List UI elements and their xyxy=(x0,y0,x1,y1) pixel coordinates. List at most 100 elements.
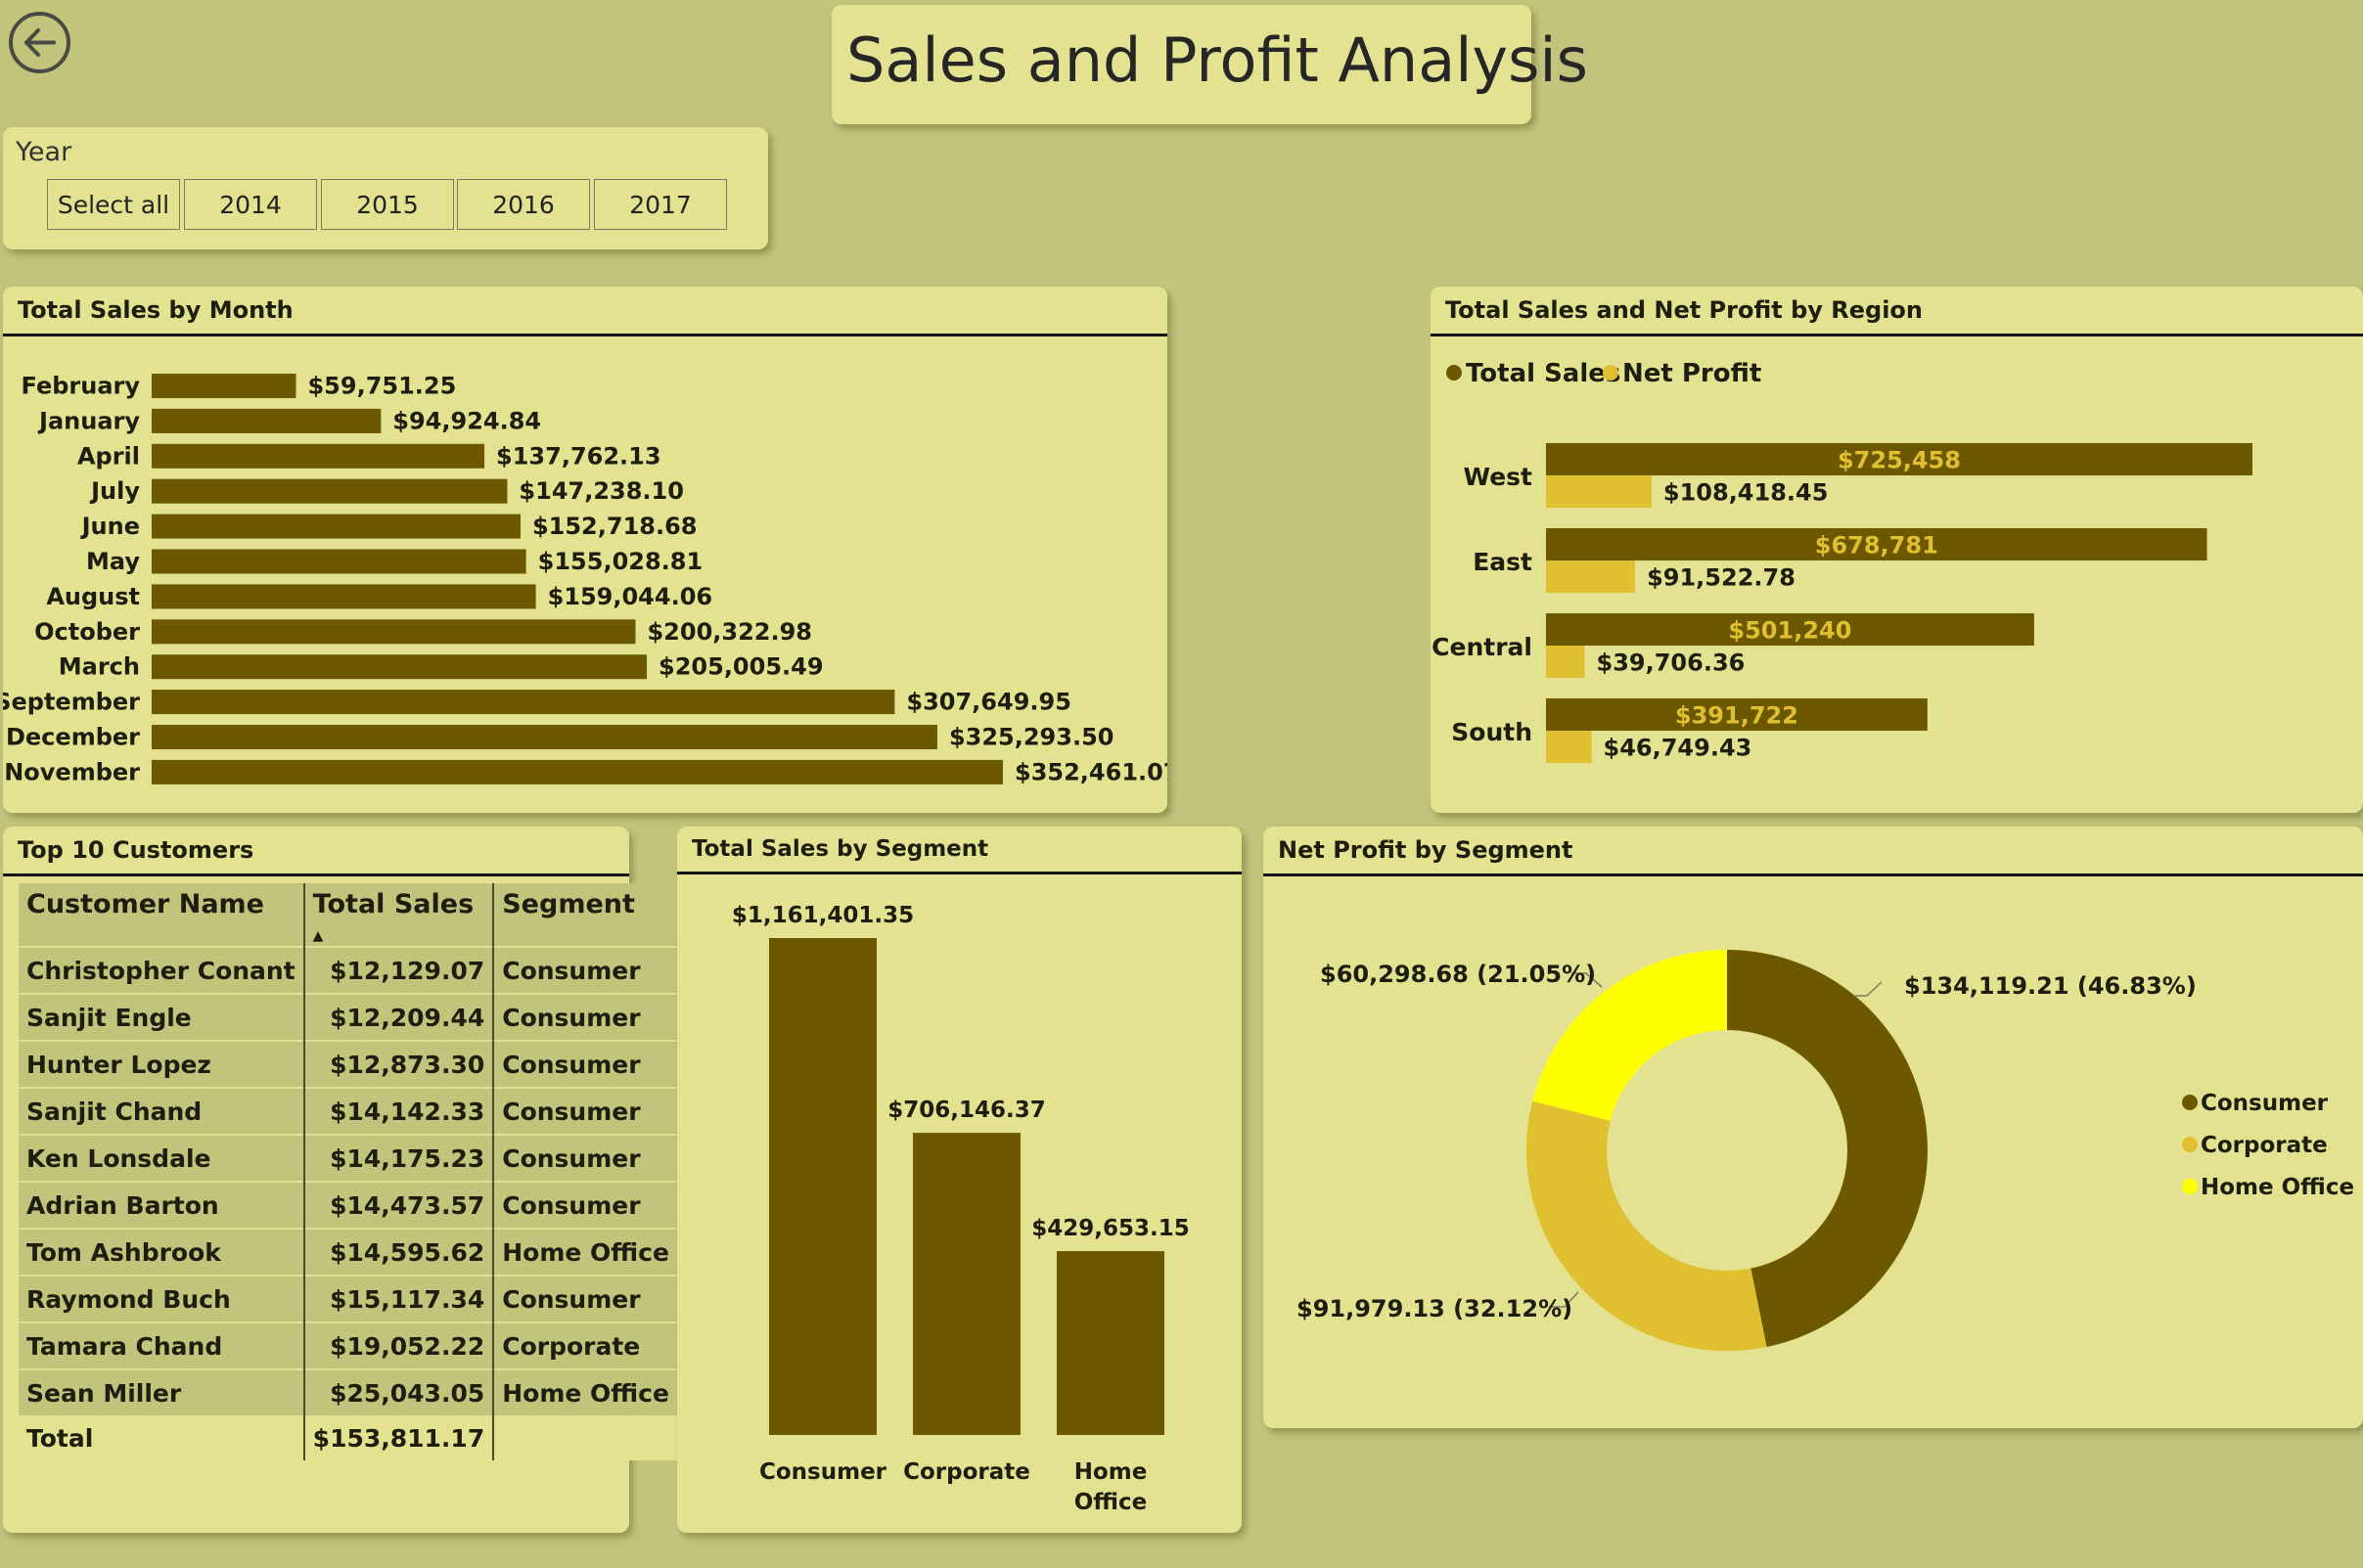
table-row: Tom Ashbrook $14,595.62 Home Office xyxy=(19,1228,677,1276)
month-value-label: $307,649.95 xyxy=(906,689,1071,716)
month-bar[interactable] xyxy=(152,443,485,469)
month-value-label: $137,762.13 xyxy=(496,442,661,470)
segment-category-label: Consumer xyxy=(759,1459,887,1485)
sort-ascending-icon: ▲ xyxy=(312,928,324,944)
segment-sales-value-label: $1,161,401.35 xyxy=(732,903,914,928)
total-label: Total xyxy=(19,1415,304,1460)
segment-sales-bar[interactable] xyxy=(769,938,877,1435)
month-bar[interactable] xyxy=(152,514,521,539)
month-bar[interactable] xyxy=(152,549,526,574)
cell-customer-name: Raymond Buch xyxy=(19,1275,304,1322)
legend-label-total-sales[interactable]: Total Sales xyxy=(1466,359,1620,388)
month-label: November xyxy=(4,758,140,785)
month-bar[interactable] xyxy=(152,374,296,398)
cell-total-sales: $25,043.05 xyxy=(302,1368,494,1415)
cell-segment: Consumer xyxy=(492,1134,677,1182)
top-customers-table: Customer Name Total Sales ▲ Segment Chris… xyxy=(19,883,677,1460)
year-option-2017[interactable]: 2017 xyxy=(594,179,727,230)
segment-sales-bar[interactable] xyxy=(913,1133,1021,1435)
cell-total-sales: $14,175.23 xyxy=(302,1134,494,1182)
month-label: May xyxy=(86,548,140,575)
month-bar[interactable] xyxy=(152,690,895,715)
region-sales-value-label: $678,781 xyxy=(1815,532,1938,560)
month-value-label: $159,044.06 xyxy=(548,583,713,610)
region-sales-value-label: $725,458 xyxy=(1838,447,1961,474)
month-bar[interactable] xyxy=(152,725,937,749)
month-value-label: $59,751.25 xyxy=(307,373,456,400)
back-button[interactable] xyxy=(9,12,70,73)
legend-label[interactable]: Home Office xyxy=(2201,1175,2354,1200)
table-total-row: Total $153,811.17 xyxy=(19,1415,677,1460)
column-header-customer-name[interactable]: Customer Name xyxy=(19,883,304,947)
region-profit-bar[interactable] xyxy=(1546,560,1636,593)
legend-marker-net-profit xyxy=(1603,365,1618,381)
month-bar[interactable] xyxy=(152,759,1003,784)
legend-label[interactable]: Corporate xyxy=(2201,1133,2328,1158)
total-segment-cell xyxy=(492,1415,677,1460)
month-label: January xyxy=(37,407,140,434)
cell-customer-name: Christopher Conant xyxy=(19,946,304,994)
profit-by-segment-chart: $134,119.21 (46.83%) $91,979.13 (32.12%) $… xyxy=(1296,950,2354,1351)
sales-by-segment-chart: $1,161,401.35 Consumer $706,146.37 Corporat… xyxy=(732,903,1190,1515)
year-option-2016[interactable]: 2016 xyxy=(457,179,590,230)
month-bar[interactable] xyxy=(152,478,508,504)
cell-segment: Consumer xyxy=(492,993,677,1041)
region-profit-bar[interactable] xyxy=(1546,731,1592,763)
month-bar[interactable] xyxy=(152,584,536,609)
table-row: Sanjit Engle $12,209.44 Consumer xyxy=(19,993,677,1041)
year-slicer: Year Select all 2014 2015 2016 2017 xyxy=(3,127,768,249)
segment-sales-value-label: $706,146.37 xyxy=(887,1098,1046,1123)
region-profit-bar[interactable] xyxy=(1546,646,1585,678)
year-option-2015[interactable]: 2015 xyxy=(321,179,454,230)
segment-sales-value-label: $429,653.15 xyxy=(1031,1216,1190,1241)
cell-customer-name: Adrian Barton xyxy=(19,1181,304,1229)
donut-slice[interactable] xyxy=(1727,950,1928,1347)
cell-segment: Consumer xyxy=(492,1181,677,1229)
month-label: June xyxy=(80,513,140,540)
region-sales-value-label: $391,722 xyxy=(1675,702,1798,730)
region-label: West xyxy=(1464,463,1533,491)
legend-marker xyxy=(2182,1095,2198,1110)
cell-total-sales: $12,129.07 xyxy=(302,946,494,994)
month-bar[interactable] xyxy=(152,619,636,645)
cell-total-sales: $14,473.57 xyxy=(302,1181,494,1229)
region-profit-bar[interactable] xyxy=(1546,475,1652,508)
column-header-segment[interactable]: Segment xyxy=(492,883,677,947)
year-slicer-label: Year xyxy=(16,137,72,167)
region-profit-value-label: $46,749.43 xyxy=(1604,735,1752,762)
top-customers-panel: Top 10 Customers Customer Name Total Sal… xyxy=(3,827,677,1533)
cell-total-sales: $12,873.30 xyxy=(302,1040,494,1088)
cell-customer-name: Sanjit Chand xyxy=(19,1087,304,1135)
legend-label-net-profit[interactable]: Net Profit xyxy=(1622,359,1761,388)
month-bar[interactable] xyxy=(152,408,382,433)
column-header-label: Total Sales xyxy=(312,889,475,919)
total-value: $153,811.17 xyxy=(302,1415,494,1460)
month-bar[interactable] xyxy=(152,654,648,680)
cell-customer-name: Ken Lonsdale xyxy=(19,1134,304,1182)
region-sales-value-label: $501,240 xyxy=(1728,617,1851,645)
column-header-total-sales[interactable]: Total Sales ▲ xyxy=(302,883,494,947)
legend-marker xyxy=(2182,1137,2198,1152)
cell-total-sales: $14,595.62 xyxy=(302,1228,494,1276)
sales-profit-by-region-panel: Total Sales and Net Profit by Region Tot… xyxy=(1431,287,2363,813)
month-label: September xyxy=(3,689,140,716)
year-option-2014[interactable]: 2014 xyxy=(184,179,317,230)
sales-by-segment-panel: Total Sales by Segment $1,161,401.35 Cons… xyxy=(677,827,1242,1533)
table-row: Adrian Barton $14,473.57 Consumer xyxy=(19,1181,677,1229)
month-value-label: $200,322.98 xyxy=(647,618,812,646)
region-label: South xyxy=(1451,718,1532,746)
segment-sales-bar[interactable] xyxy=(1057,1251,1164,1435)
cell-customer-name: Sanjit Engle xyxy=(19,993,304,1041)
month-label: March xyxy=(59,653,140,681)
donut-value-label: $91,979.13 (32.12%) xyxy=(1296,1295,1572,1322)
month-label: August xyxy=(46,583,140,610)
region-label: Central xyxy=(1431,633,1532,661)
legend-label[interactable]: Consumer xyxy=(2201,1091,2329,1116)
arrow-left-icon xyxy=(24,28,56,57)
cell-customer-name: Sean Miller xyxy=(19,1368,304,1415)
month-value-label: $94,924.84 xyxy=(392,407,541,434)
top-customers-title: Top 10 Customers xyxy=(18,836,254,864)
cell-total-sales: $14,142.33 xyxy=(302,1087,494,1135)
cell-customer-name: Hunter Lopez xyxy=(19,1040,304,1088)
year-option-select-all[interactable]: Select all xyxy=(47,179,180,230)
